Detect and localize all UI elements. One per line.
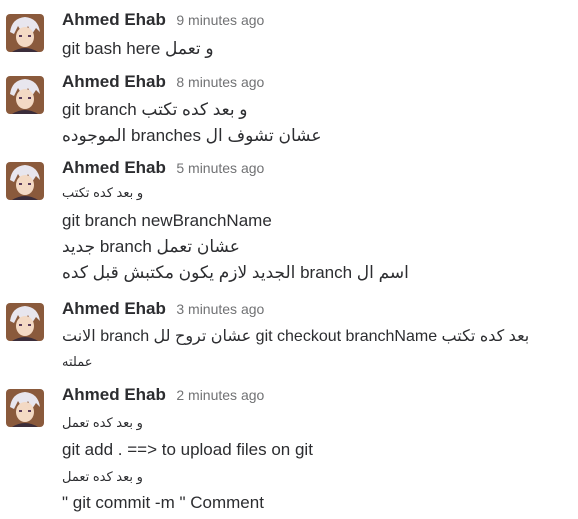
message-text: عشان تعمل branch جديد bbox=[62, 237, 240, 256]
message-text: " git commit -m " Comment bbox=[62, 493, 264, 512]
timestamp[interactable]: 9 minutes ago bbox=[176, 12, 264, 28]
avatar[interactable] bbox=[6, 303, 44, 341]
message-header: Ahmed Ehab 9 minutes ago bbox=[62, 10, 264, 30]
message-text: git bash here و تعمل bbox=[62, 39, 214, 58]
message-header: Ahmed Ehab 8 minutes ago bbox=[62, 72, 264, 92]
timestamp[interactable]: 2 minutes ago bbox=[176, 387, 264, 403]
message-text: git add . ==> to upload files on git bbox=[62, 440, 313, 459]
message-text: و بعد كده تكتب bbox=[62, 185, 144, 200]
avatar[interactable] bbox=[6, 162, 44, 200]
message-text: عملته bbox=[62, 354, 93, 369]
author-name[interactable]: Ahmed Ehab bbox=[62, 385, 166, 404]
message-header: Ahmed Ehab 3 minutes ago bbox=[62, 299, 264, 319]
timestamp[interactable]: 8 minutes ago bbox=[176, 74, 264, 90]
author-name[interactable]: Ahmed Ehab bbox=[62, 299, 166, 318]
message-text: و بعد كده تعمل bbox=[62, 469, 143, 484]
message-text: اسم ال branch الجديد لازم يكون مكتبش قبل… bbox=[62, 263, 409, 282]
message-text: git branch و بعد كده تكتب bbox=[62, 100, 248, 119]
message-feed: Ahmed Ehab 9 minutes ago git bash here و… bbox=[0, 0, 578, 519]
message-text: عشان تشوف ال branches الموجوده bbox=[62, 126, 322, 145]
avatar[interactable] bbox=[6, 389, 44, 427]
message-header: Ahmed Ehab 5 minutes ago bbox=[62, 158, 264, 178]
message-text: git branch newBranchName bbox=[62, 211, 272, 230]
avatar[interactable] bbox=[6, 76, 44, 114]
message-header: Ahmed Ehab 2 minutes ago bbox=[62, 385, 264, 405]
timestamp[interactable]: 5 minutes ago bbox=[176, 160, 264, 176]
author-name[interactable]: Ahmed Ehab bbox=[62, 158, 166, 177]
avatar[interactable] bbox=[6, 14, 44, 52]
author-name[interactable]: Ahmed Ehab bbox=[62, 72, 166, 91]
timestamp[interactable]: 3 minutes ago bbox=[176, 301, 264, 317]
message-text: بعد كده تكتب git checkout branchName عشا… bbox=[62, 328, 530, 345]
message-text: و بعد كده تعمل bbox=[62, 415, 143, 430]
author-name[interactable]: Ahmed Ehab bbox=[62, 10, 166, 29]
